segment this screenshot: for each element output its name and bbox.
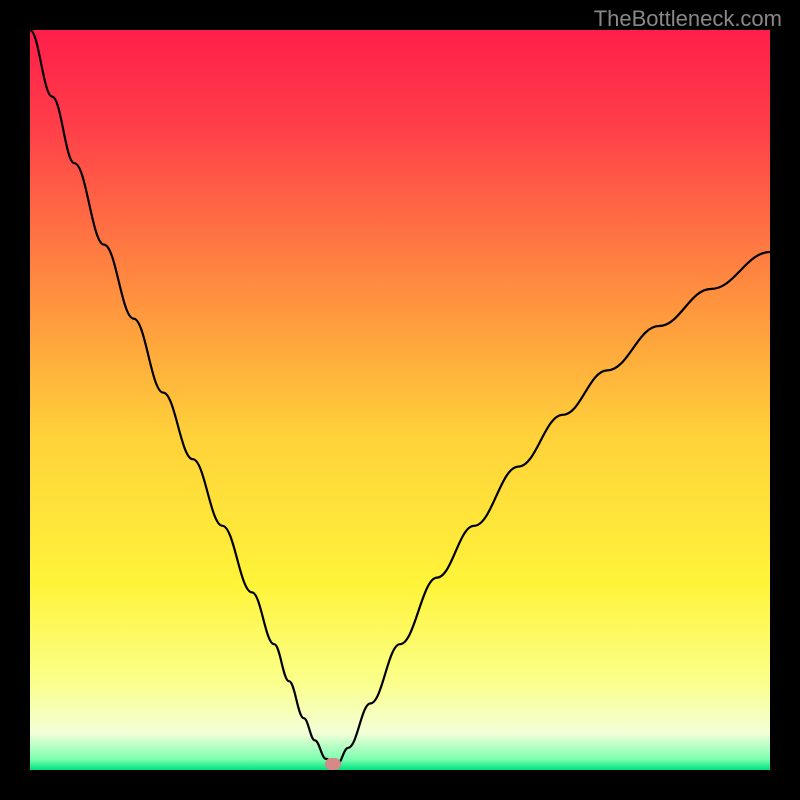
bottleneck-curve xyxy=(30,30,770,770)
optimal-point-marker xyxy=(325,758,341,770)
watermark-label: TheBottleneck.com xyxy=(594,6,782,32)
chart-frame xyxy=(30,30,770,770)
